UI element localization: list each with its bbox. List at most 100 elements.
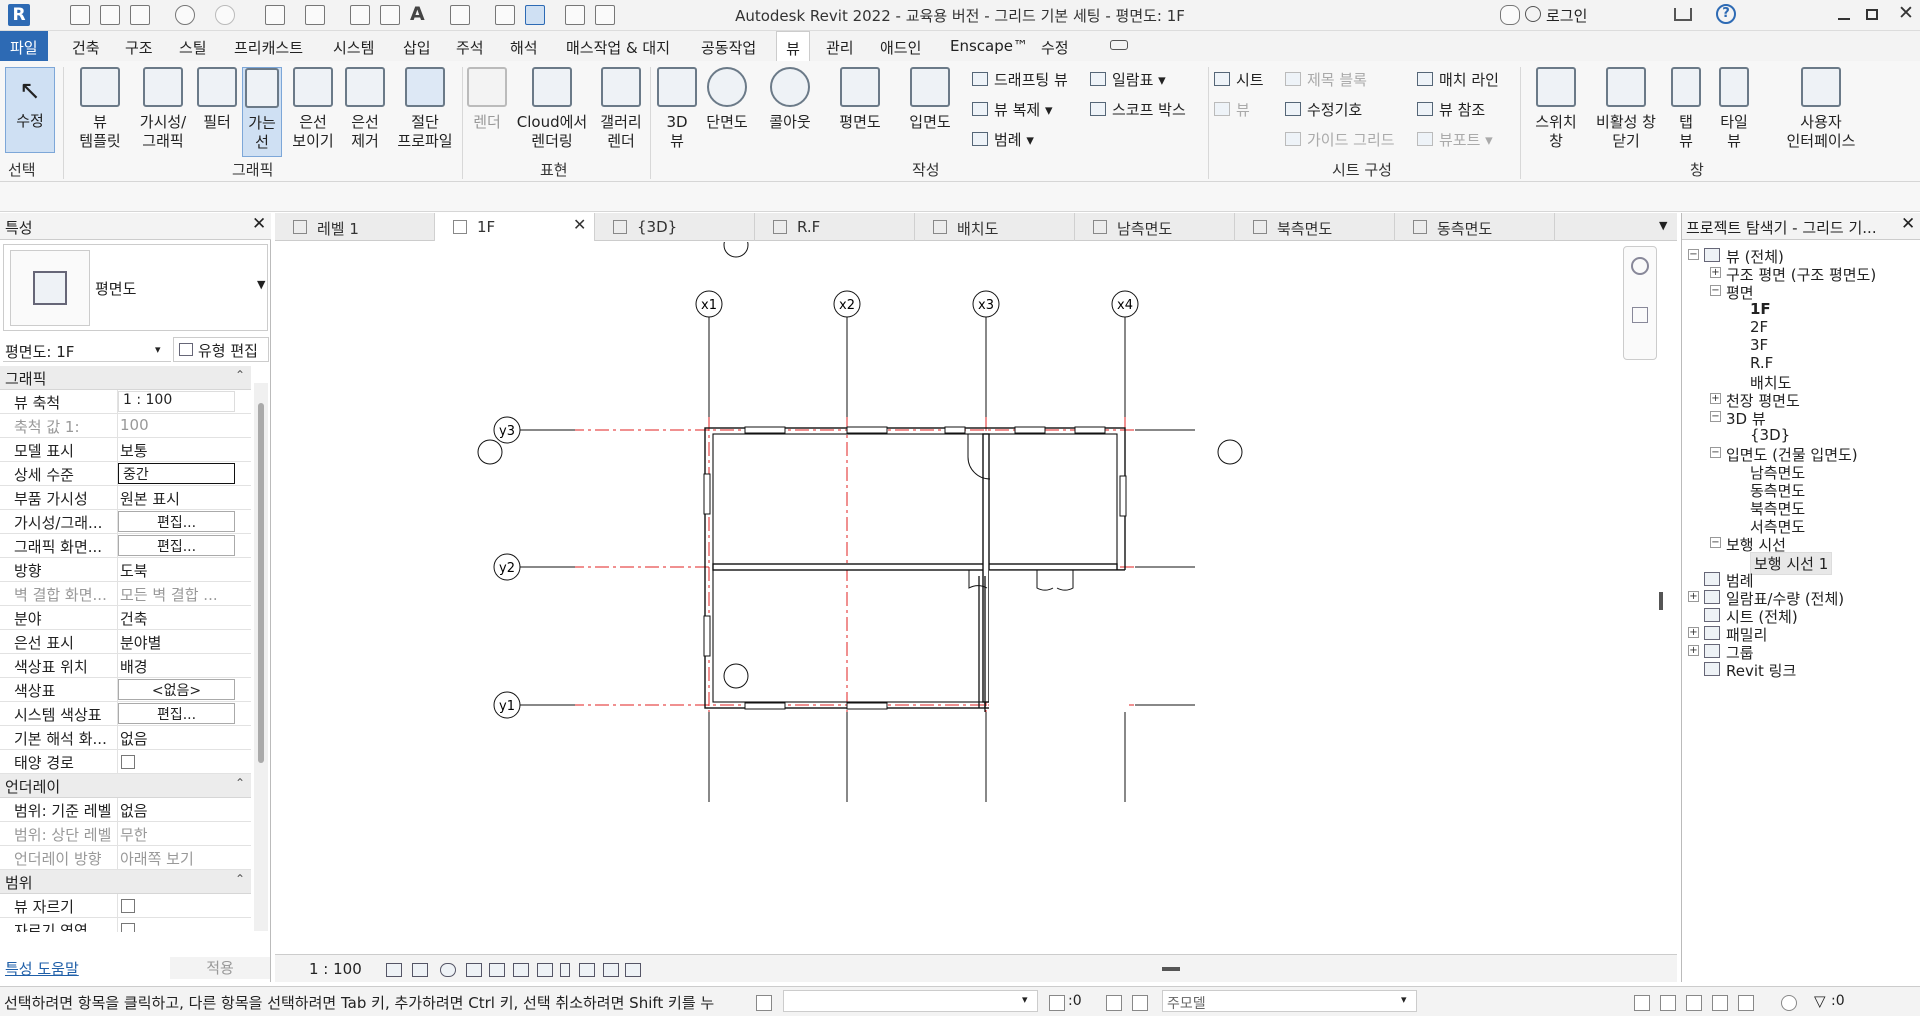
expand-icon[interactable]: + [1710, 267, 1721, 278]
worksets-icon[interactable] [1049, 995, 1065, 1011]
property-row[interactable]: 모델 표시 보통 [0, 438, 251, 462]
tree-node[interactable]: 동측면도 [1682, 480, 1920, 500]
legends-button[interactable]: 범례 ▾ [972, 129, 1034, 150]
properties-scrollbar[interactable] [254, 383, 268, 931]
temp-hide-icon[interactable] [560, 963, 570, 977]
close-inactive-button[interactable]: 비활성 창 닫기 [1590, 67, 1662, 151]
tile-views-button[interactable]: 타일 뷰 [1714, 67, 1754, 151]
close-properties-icon[interactable]: ✕ [252, 214, 266, 234]
view-tab[interactable]: 동측면도 [1395, 213, 1555, 241]
tab-addins[interactable]: 애드인 [880, 37, 921, 58]
binoculars-icon[interactable] [1500, 5, 1520, 25]
tab-enscape[interactable]: Enscape™ [950, 37, 1028, 55]
drag-elements-icon[interactable] [1738, 995, 1754, 1011]
reveal-hidden-icon[interactable] [579, 963, 595, 977]
window[interactable] [744, 426, 786, 434]
zoom-region-icon[interactable] [1632, 307, 1648, 323]
property-row[interactable]: 축척 값 1: 100 [0, 414, 251, 438]
collapse-icon[interactable]: − [1688, 249, 1699, 260]
elevation-marker-west[interactable] [477, 439, 503, 465]
property-row[interactable]: 범위: 기준 레벨 없음 [0, 798, 251, 822]
edit-type-button[interactable]: 유형 편집 [173, 337, 269, 362]
property-row[interactable]: 범위: 상단 레벨 무한 [0, 822, 251, 846]
tree-node[interactable]: + 구조 평면 (구조 평면도) [1682, 264, 1920, 284]
apply-button[interactable]: 적용 [170, 957, 270, 979]
tree-node[interactable]: 1F [1682, 300, 1920, 318]
switch-windows-button[interactable]: 스위치 창 [1526, 67, 1586, 151]
collapse-icon[interactable]: − [1710, 285, 1721, 296]
place-view-button[interactable]: 뷰 [1214, 99, 1250, 120]
tab-architecture[interactable]: 건축 [72, 37, 100, 58]
walls[interactable] [704, 427, 1129, 712]
view-templates-button[interactable]: 뷰 템플릿 [70, 67, 130, 151]
type-selector[interactable]: 평면도 ▼ [3, 244, 268, 331]
tab-insert[interactable]: 삽입 [403, 37, 431, 58]
view-tab[interactable]: 1F ✕ [435, 213, 595, 241]
window[interactable] [1014, 426, 1046, 434]
tab-systems[interactable]: 시스템 [333, 37, 374, 58]
window[interactable] [944, 426, 966, 434]
3d-view-button[interactable]: 3D 뷰 [655, 67, 699, 151]
tree-node[interactable]: {3D} [1682, 426, 1920, 444]
instance-selector[interactable]: 평면도: 1F ▾ [3, 338, 171, 362]
interior-wall-vertical[interactable] [982, 433, 990, 703]
editable-icon[interactable] [756, 995, 772, 1011]
tree-node[interactable]: − 입면도 (건물 입면도) [1682, 444, 1920, 464]
property-checkbox[interactable] [121, 755, 135, 769]
scope-box-button[interactable]: 스코프 박스 [1090, 99, 1186, 120]
view-tab[interactable]: 배치도 [915, 213, 1075, 241]
sign-in-label[interactable]: 로그인 [1546, 5, 1587, 26]
lower-right-void[interactable] [989, 570, 1129, 712]
property-row[interactable]: 뷰 자르기 [0, 894, 251, 918]
viewports-button[interactable]: 뷰포트 ▾ [1417, 129, 1493, 150]
property-row[interactable]: 시스템 색상표 편집... [0, 702, 251, 726]
workset-selector[interactable]: ▾ [783, 990, 1038, 1012]
tree-node[interactable]: 배치도 [1682, 372, 1920, 392]
expand-icon[interactable]: + [1688, 627, 1699, 638]
select-links-icon[interactable] [1634, 995, 1650, 1011]
view-tab[interactable]: 레벨 1 [275, 213, 435, 241]
property-row[interactable]: 언더레이 방향 아래쪽 보기 [0, 846, 251, 870]
navigation-bar[interactable] [1623, 246, 1657, 360]
design-options-2-icon[interactable] [1132, 995, 1148, 1011]
window[interactable] [1074, 426, 1106, 434]
expand-icon[interactable]: + [1688, 591, 1699, 602]
tab-collaborate[interactable]: 공동작업 [701, 37, 756, 58]
property-checkbox[interactable] [121, 923, 135, 932]
tree-node[interactable]: 남측면도 [1682, 462, 1920, 482]
property-row[interactable]: 색상표 <없음> [0, 678, 251, 702]
tree-node[interactable]: 서측면도 [1682, 516, 1920, 536]
model-selector[interactable]: 주모델 ▾ [1162, 990, 1417, 1012]
select-pinned-icon[interactable] [1686, 995, 1702, 1011]
scroll-thumb[interactable] [258, 403, 264, 763]
view-tab[interactable]: {3D} [595, 213, 755, 241]
tab-precast[interactable]: 프리캐스트 [234, 37, 303, 58]
view-scale[interactable]: 1 : 100 [309, 960, 362, 978]
group-label-select[interactable]: 선택 [8, 159, 36, 180]
design-options-icon[interactable] [1106, 995, 1122, 1011]
tab-list-icon[interactable]: ▼ [1659, 219, 1667, 232]
property-input[interactable]: 중간 [118, 463, 235, 484]
tree-node[interactable]: −3D 뷰 [1682, 408, 1920, 428]
view-reference-button[interactable]: 뷰 참조 [1417, 99, 1485, 120]
collapse-icon[interactable]: − [1710, 537, 1721, 548]
schedules-button[interactable]: 일람표 ▾ [1090, 69, 1166, 90]
property-row[interactable]: 벽 결합 화면... 모든 벽 결합 ... [0, 582, 251, 606]
highlight-displacement-icon[interactable] [625, 963, 641, 977]
tab-modify[interactable]: 수정 [1041, 37, 1069, 58]
sheet-button[interactable]: 시트 [1214, 69, 1264, 90]
tree-node[interactable]: R.F [1682, 354, 1920, 372]
property-row[interactable]: 분야 건축 [0, 606, 251, 630]
tree-node[interactable]: + 그룹 [1682, 642, 1920, 662]
visibility-graphics-button[interactable]: 가시성/ 그래픽 [134, 67, 192, 151]
tree-node[interactable]: 시트 (전체) [1682, 606, 1920, 626]
tree-node[interactable]: 북측면도 [1682, 498, 1920, 518]
property-button[interactable]: <없음> [118, 679, 235, 700]
tab-analyze[interactable]: 해석 [510, 37, 538, 58]
property-row[interactable]: 그래픽 화면... 편집... [0, 534, 251, 558]
window[interactable] [703, 473, 711, 515]
sun-path-icon[interactable] [440, 963, 456, 977]
render-button[interactable]: 렌더 [466, 67, 508, 132]
tree-node[interactable]: + 일람표/수량 (전체) [1682, 588, 1920, 608]
window[interactable] [846, 426, 888, 434]
